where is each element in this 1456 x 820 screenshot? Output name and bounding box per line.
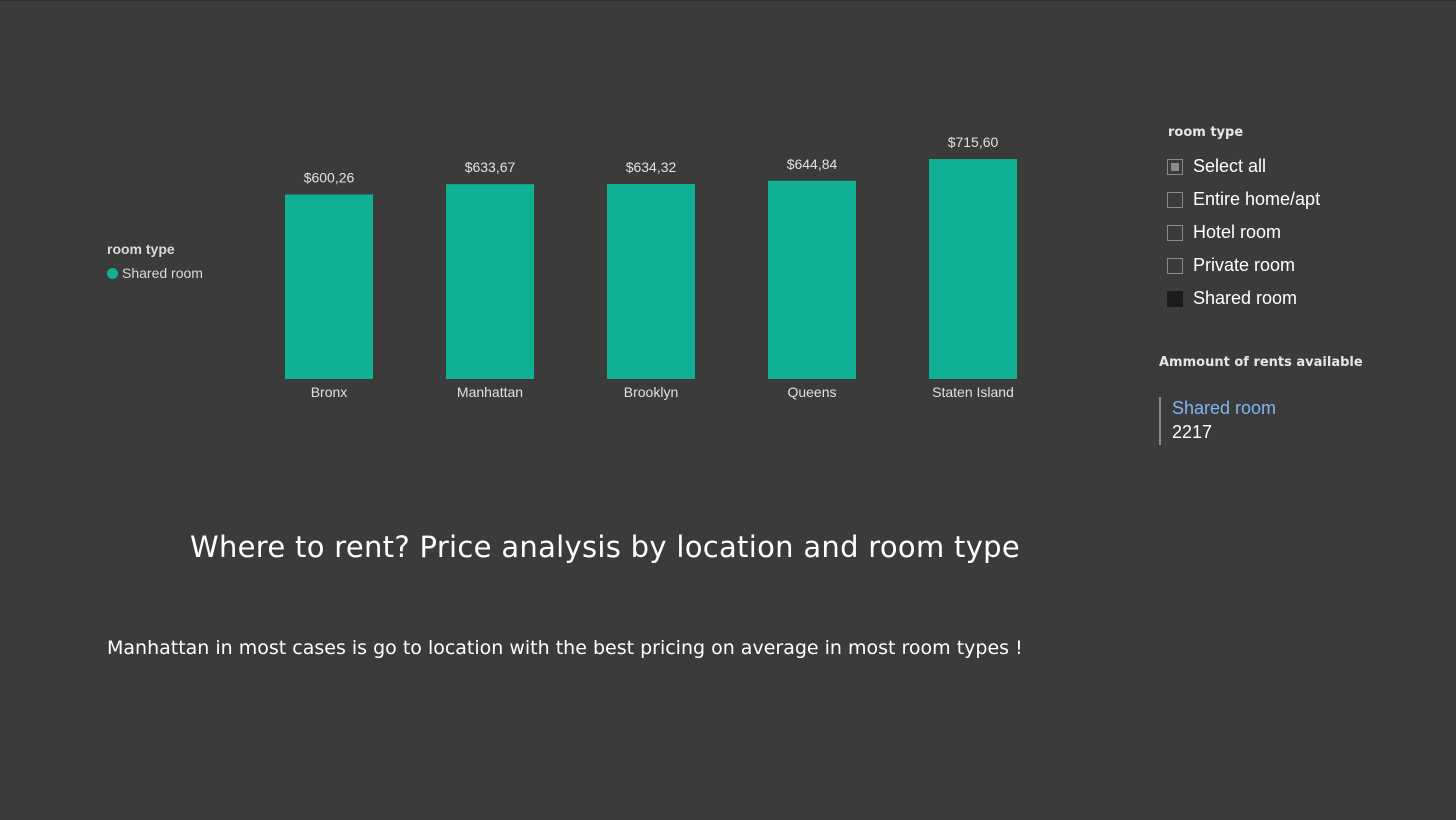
slicer-option-label: Private room xyxy=(1193,255,1296,275)
x-tick-label: Staten Island xyxy=(932,384,1014,400)
x-tick-label: Queens xyxy=(787,384,836,400)
slicer-option-label: Select all xyxy=(1193,156,1267,176)
bar-staten-island[interactable] xyxy=(929,159,1017,379)
slicer-option-select-all[interactable]: Select all xyxy=(1167,150,1320,183)
slicer-option-entire-home[interactable]: Entire home/apt xyxy=(1167,183,1320,216)
legend-dot-icon xyxy=(107,267,118,279)
checkbox-icon[interactable] xyxy=(1167,224,1183,241)
card-value: 2217 xyxy=(1172,422,1213,442)
checkbox-icon[interactable] xyxy=(1167,257,1183,274)
data-label: $634,32 xyxy=(626,159,677,175)
rent-count-card[interactable]: Shared room 2217 xyxy=(1159,397,1276,445)
x-tick-label: Brooklyn xyxy=(624,384,678,400)
card-title: Ammount of rents available xyxy=(1159,355,1363,370)
x-tick-label: Bronx xyxy=(311,384,348,400)
insight-note: Manhattan in most cases is go to locatio… xyxy=(107,637,1023,659)
slicer-option-label: Hotel room xyxy=(1193,222,1282,242)
data-label: $600,26 xyxy=(304,169,355,185)
data-label: $644,84 xyxy=(787,156,838,172)
page-title: Where to rent? Price analysis by locatio… xyxy=(190,530,1021,564)
checkbox-icon[interactable] xyxy=(1167,158,1183,175)
checkbox-icon[interactable] xyxy=(1167,191,1183,208)
legend-item-shared-room[interactable]: Shared room xyxy=(107,265,203,281)
slicer-option-shared-room[interactable]: Shared room xyxy=(1167,282,1320,315)
data-label: $633,67 xyxy=(465,159,516,175)
legend-item-label: Shared room xyxy=(122,265,203,281)
slicer-option-label: Shared room xyxy=(1193,288,1298,308)
room-type-slicer: Select all Entire home/apt Hotel room Pr… xyxy=(1167,150,1320,315)
slicer-option-hotel-room[interactable]: Hotel room xyxy=(1167,216,1320,249)
bar-bronx[interactable] xyxy=(285,194,373,379)
data-label: $715,60 xyxy=(948,134,999,150)
bar-chart[interactable]: $600,26 Bronx $633,67 Manhattan $634,32 Brook… xyxy=(0,0,1100,420)
bar-brooklyn[interactable] xyxy=(607,184,695,379)
slicer-option-private-room[interactable]: Private room xyxy=(1167,249,1320,282)
slicer-option-label: Entire home/apt xyxy=(1193,189,1321,209)
slicer-title: room type xyxy=(1168,125,1244,140)
checkbox-icon[interactable] xyxy=(1167,290,1183,307)
card-label: Shared room xyxy=(1172,398,1277,418)
x-tick-label: Manhattan xyxy=(457,384,523,400)
bar-queens[interactable] xyxy=(768,180,856,379)
bar-manhattan[interactable] xyxy=(446,184,534,379)
legend-title: room type xyxy=(107,241,175,257)
